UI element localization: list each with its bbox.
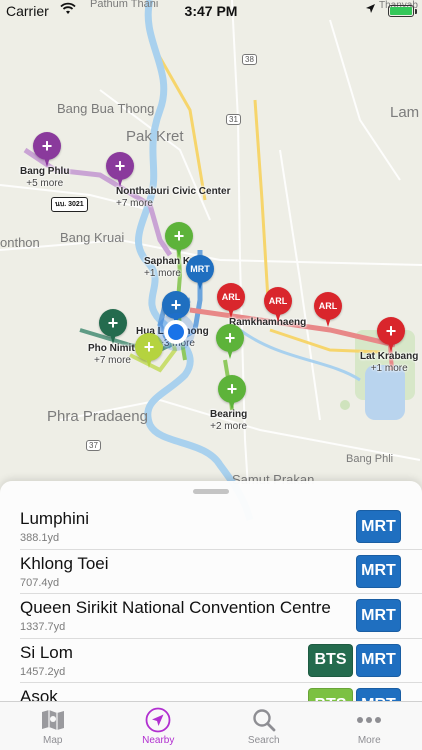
sheet-grabber[interactable]: [193, 489, 229, 494]
station-distance: 1457.2yd: [20, 665, 66, 678]
line-badge-mrt: MRT: [356, 554, 401, 588]
pin-gold-line[interactable]: +: [135, 333, 163, 369]
line-badges: BTSMRT: [308, 688, 401, 701]
line-badge-bts: BTS: [308, 643, 353, 677]
station-name: Lumphini: [20, 509, 89, 528]
station-row[interactable]: Asok BTSMRT: [20, 683, 422, 701]
road-shield-31: 31: [226, 114, 241, 125]
station-name: Si Lom: [20, 642, 73, 662]
tab-map[interactable]: Map: [0, 702, 106, 750]
tab-nearby[interactable]: Nearby: [106, 702, 212, 750]
station-row[interactable]: Queen Sirikit National Convention Centre…: [20, 594, 422, 639]
status-bar: Carrier 3:47 PM: [0, 0, 422, 22]
line-badge-mrt: MRT: [356, 510, 401, 543]
station-row[interactable]: Lumphini 388.1yd MRT: [20, 505, 422, 550]
station-row[interactable]: Khlong Toei 707.4yd MRT: [20, 550, 422, 594]
station-caption-bearing: Bearing +2 more: [210, 409, 248, 432]
place-bang-kruai: Bang Kruai: [60, 230, 125, 245]
tab-more[interactable]: More: [317, 702, 422, 750]
pin-mrt-bang-sue[interactable]: MRT: [186, 255, 214, 291]
pin-bang-phlu[interactable]: +: [33, 132, 61, 168]
station-name: Queen Sirikit National Convention Centre: [20, 598, 331, 617]
line-badge-bts: BTS: [308, 688, 353, 701]
nearby-station-list[interactable]: Lumphini 388.1yd MRT Khlong Toei 707.4yd MRT Q…: [0, 505, 422, 701]
line-badge-mrt: MRT: [356, 643, 401, 677]
pin-sukhumvit[interactable]: +: [216, 324, 244, 360]
status-time: 3:47 PM: [184, 3, 238, 19]
tab-search[interactable]: Search: [211, 702, 317, 750]
station-caption-pho-nimit: Pho Nimit +7 more: [88, 343, 135, 366]
place-bang-phli: Bang Phli: [346, 453, 394, 465]
place-bang-bua-thong: Bang Bua Thong: [57, 101, 155, 116]
pin-bearing[interactable]: +: [218, 375, 246, 411]
line-badges: MRT: [356, 599, 401, 632]
search-icon: [250, 706, 278, 734]
pin-arl-makkasan[interactable]: ARL: [217, 283, 245, 319]
nearby-sheet[interactable]: Lumphini 388.1yd MRT Khlong Toei 707.4yd MRT Q…: [0, 481, 422, 701]
pin-lat-krabang[interactable]: +: [377, 317, 405, 353]
station-name: Asok: [20, 687, 58, 701]
location-arrow-icon: [144, 706, 172, 734]
pin-arl-ramkhamhaeng[interactable]: ARL: [264, 287, 292, 323]
location-services-icon: [365, 3, 376, 17]
tab-bar: Map Nearby Search More: [0, 701, 422, 750]
place-pak-kret: Pak Kret: [126, 128, 184, 145]
pin-pho-nimit[interactable]: +: [99, 309, 127, 345]
station-caption-bang-phlu: Bang Phlu +5 more: [20, 166, 70, 189]
road-shield-37: 37: [86, 440, 101, 451]
map-icon: [39, 706, 67, 734]
line-badges: MRT: [356, 510, 401, 543]
station-distance: 707.4yd: [20, 576, 60, 589]
line-badges: MRT: [356, 554, 401, 588]
station-distance: 1337.7yd: [20, 621, 66, 633]
pin-nonthaburi[interactable]: +: [106, 152, 134, 188]
more-icon: [355, 706, 383, 734]
line-badge-mrt: MRT: [356, 688, 401, 701]
station-caption-nonthaburi: Nonthaburi Civic Center +7 more: [116, 186, 231, 209]
station-caption-lat-krabang: Lat Krabang +1 more: [360, 351, 419, 374]
battery-icon: [388, 5, 417, 17]
route-badge-3021: นบ. 3021: [51, 197, 88, 212]
road-shield-38: 38: [242, 54, 257, 65]
pin-saphan-kwai[interactable]: +: [165, 222, 193, 258]
line-badges: BTSMRT: [308, 643, 401, 677]
station-name: Khlong Toei: [20, 553, 109, 573]
station-row[interactable]: Si Lom 1457.2yd BTS MRT: [20, 639, 422, 683]
user-location-dot: [164, 320, 188, 344]
station-distance: 388.1yd: [20, 532, 60, 544]
place-phra-pradaeng: Phra Pradaeng: [47, 408, 148, 425]
place-lam: Lam: [390, 104, 420, 121]
pin-arl-hua-mak[interactable]: ARL: [314, 292, 342, 328]
line-badge-mrt: MRT: [356, 599, 401, 632]
place-nonthaburi: onthon: [0, 235, 40, 250]
